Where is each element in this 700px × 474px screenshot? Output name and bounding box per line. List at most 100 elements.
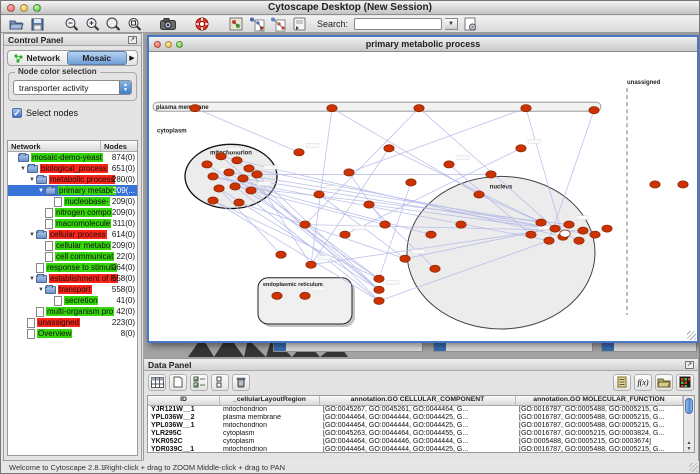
graph-node[interactable] <box>214 185 224 192</box>
graph-node[interactable] <box>430 265 440 272</box>
scrollbar-arrows-icon[interactable]: ▲▼ <box>684 440 694 452</box>
graph-node[interactable] <box>340 231 350 238</box>
graph-node[interactable] <box>364 201 374 208</box>
table-scrollbar[interactable]: ▲▼ <box>683 396 694 452</box>
table-row[interactable]: YPL036W__2plasma membrane[GO:0044464, GO… <box>148 414 683 422</box>
expand-arrow-icon[interactable]: ▼ <box>37 287 45 293</box>
graph-node[interactable] <box>406 179 416 186</box>
graph-node[interactable] <box>190 105 200 112</box>
new-attribute-icon[interactable] <box>169 374 187 391</box>
select-attributes-icon[interactable] <box>190 374 208 391</box>
tree-row[interactable]: unassigned223(0) <box>8 317 137 328</box>
graph-node[interactable] <box>300 221 310 228</box>
graph-node[interactable] <box>374 286 384 293</box>
tab-mosaic[interactable]: Mosaic <box>67 51 128 65</box>
graph-node[interactable] <box>344 169 354 176</box>
graph-node[interactable] <box>208 173 218 180</box>
graph-node[interactable] <box>384 145 394 152</box>
graph-node[interactable] <box>526 231 536 238</box>
table-column-header[interactable]: annotation.GO CELLULAR_COMPONENT <box>320 396 516 405</box>
scrollbar-thumb[interactable] <box>685 398 693 414</box>
minimize-view-button[interactable] <box>165 41 172 48</box>
tree-row[interactable]: ▼metabolic process280(0) <box>8 174 137 185</box>
graph-node[interactable] <box>456 221 466 228</box>
network-canvas[interactable]: plasma membrane cytoplasm mitochondrion … <box>149 52 697 341</box>
graph-node[interactable] <box>486 171 496 178</box>
graph-node[interactable] <box>426 231 436 238</box>
graph-edge[interactable] <box>349 108 526 172</box>
zoom-selected-icon[interactable] <box>104 17 122 32</box>
tree-row[interactable]: ▼establishment of lo558(0) <box>8 273 137 284</box>
table-row[interactable]: YKR052Ccytoplasm[GO:0044464, GO:0044446,… <box>148 438 683 446</box>
tab-network[interactable]: Network <box>8 51 67 65</box>
graph-node-selected[interactable] <box>560 230 570 237</box>
tab-scroll-right-icon[interactable]: ▶ <box>127 54 137 62</box>
app-resize-grip[interactable] <box>689 463 698 472</box>
graph-node[interactable] <box>400 255 410 262</box>
graph-node[interactable] <box>202 161 212 168</box>
graph-node[interactable] <box>232 157 242 164</box>
unselect-attributes-icon[interactable] <box>211 374 229 391</box>
expand-arrow-icon[interactable]: ▼ <box>28 276 36 282</box>
expand-arrow-icon[interactable]: ▼ <box>19 166 27 172</box>
graph-node[interactable] <box>578 227 588 234</box>
close-window-button[interactable] <box>7 4 15 12</box>
graph-node[interactable] <box>589 107 599 114</box>
graph-node[interactable] <box>244 165 254 172</box>
table-row[interactable]: YPL036W__1mitochondrion[GO:0044464, GO:0… <box>148 422 683 430</box>
graph-edge[interactable] <box>239 203 405 259</box>
tree-row[interactable]: ▼biological_process651(0) <box>8 163 137 174</box>
graph-node[interactable] <box>678 181 688 188</box>
graph-node[interactable] <box>224 169 234 176</box>
window-titlebar[interactable]: Cytoscape Desktop (New Session) <box>1 1 699 15</box>
graph-node[interactable] <box>516 145 526 152</box>
help-lifering-icon[interactable] <box>193 17 211 32</box>
graph-node[interactable] <box>252 171 262 178</box>
graph-node[interactable] <box>300 292 310 299</box>
table-row[interactable]: YLR295Ccytoplasm[GO:0045263, GO:0044464,… <box>148 430 683 438</box>
graph-node[interactable] <box>306 261 316 268</box>
graph-node[interactable] <box>650 181 660 188</box>
table-row[interactable]: YDR039C__1mitochondrion[GO:0044464, GO:0… <box>148 446 683 452</box>
graph-node[interactable] <box>374 275 384 282</box>
select-nodes-checkbox[interactable]: ✓ <box>12 108 22 118</box>
zoom-out-icon[interactable] <box>62 17 80 32</box>
vizmap-edge-icon[interactable] <box>269 17 287 32</box>
import-attributes-icon[interactable] <box>655 374 673 391</box>
open-file-icon[interactable] <box>7 17 25 32</box>
delete-attribute-icon[interactable] <box>232 374 250 391</box>
annotation-icon[interactable] <box>227 17 245 32</box>
graph-node[interactable] <box>590 231 600 238</box>
advanced-search-icon[interactable] <box>461 17 479 32</box>
tree-row[interactable]: macromolecule311(0) <box>8 218 137 229</box>
tree-column-nodes[interactable]: Nodes <box>101 141 137 151</box>
graph-node[interactable] <box>314 191 324 198</box>
close-view-button[interactable] <box>154 41 161 48</box>
graph-node[interactable] <box>230 183 240 190</box>
console-icon[interactable] <box>290 17 308 32</box>
save-icon[interactable] <box>28 17 46 32</box>
expand-arrow-icon[interactable]: ▼ <box>28 177 36 183</box>
graph-node[interactable] <box>276 251 286 258</box>
graph-node[interactable] <box>564 221 574 228</box>
table-column-header[interactable]: _cellularLayoutRegion <box>220 396 320 405</box>
graph-node[interactable] <box>294 149 304 156</box>
tree-row[interactable]: cell communicat22(0) <box>8 251 137 262</box>
graph-node[interactable] <box>414 105 424 112</box>
graph-edge[interactable] <box>213 201 379 279</box>
snapshot-camera-icon[interactable] <box>159 17 177 32</box>
graph-node[interactable] <box>216 153 226 160</box>
expand-arrow-icon[interactable]: ▼ <box>28 232 36 238</box>
node-color-dropdown[interactable]: transporter activity ▲▼ <box>13 80 132 95</box>
graph-node[interactable] <box>602 225 612 232</box>
graph-node[interactable] <box>536 219 546 226</box>
tree-column-network[interactable]: Network <box>8 141 101 151</box>
graph-node[interactable] <box>444 161 454 168</box>
search-input[interactable] <box>354 18 442 30</box>
tree-row[interactable]: ▼cellular process614(0) <box>8 229 137 240</box>
tree-row[interactable]: response to stimulu264(0) <box>8 262 137 273</box>
zoom-view-button[interactable] <box>176 41 183 48</box>
tree-row[interactable]: ▼transport558(0) <box>8 284 137 295</box>
graph-node[interactable] <box>246 187 256 194</box>
expand-arrow-icon[interactable]: ▼ <box>37 188 45 194</box>
